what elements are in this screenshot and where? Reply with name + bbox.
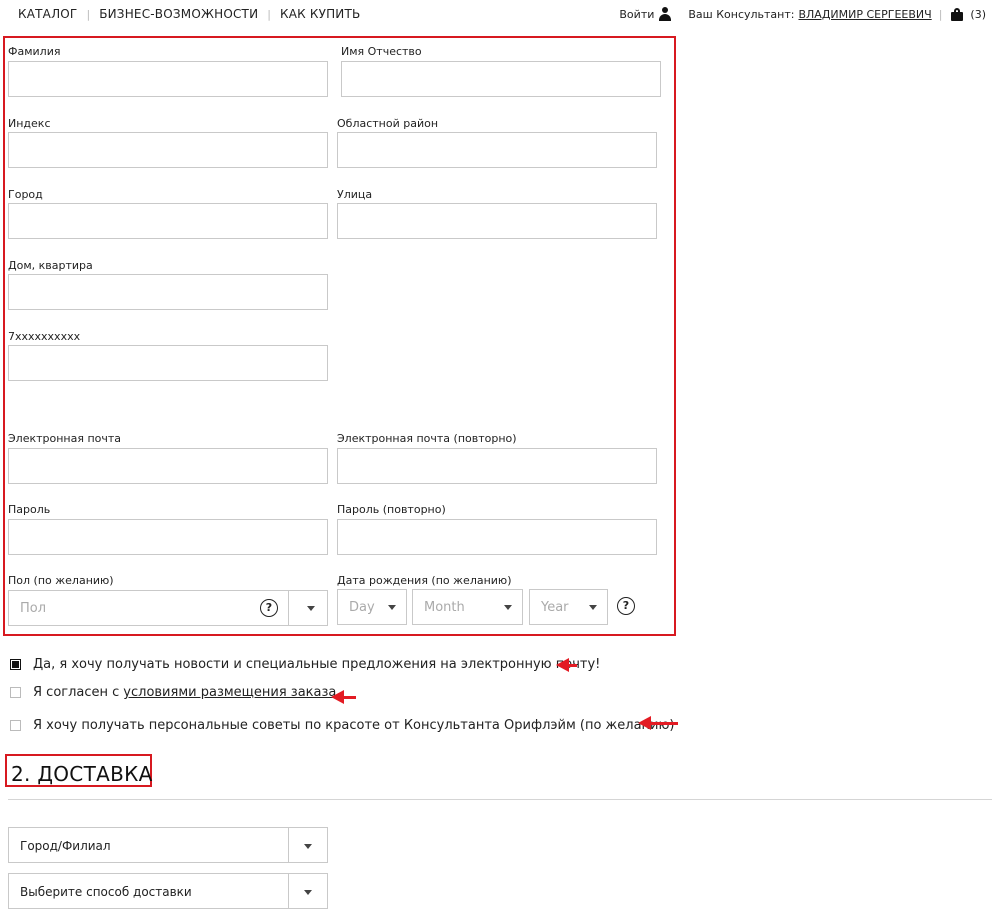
city-label: Город — [8, 188, 43, 201]
nav-separator: | — [267, 7, 271, 21]
email-repeat-label: Электронная почта (повторно) — [337, 432, 517, 445]
newsletter-text: Да, я хочу получать новости и специальны… — [33, 657, 601, 672]
arrow-icon — [638, 716, 678, 730]
city-input[interactable] — [8, 203, 328, 239]
select-divider — [288, 874, 289, 908]
gender-label: Пол (по желанию) — [8, 574, 114, 587]
last-name-input[interactable] — [8, 61, 328, 97]
main-menu: КАТАЛОГ | БИЗНЕС-ВОЗМОЖНОСТИ | КАК КУПИТ… — [18, 7, 360, 21]
city-branch-select[interactable]: Город/Филиал — [8, 827, 328, 863]
last-name-label: Фамилия — [8, 45, 61, 58]
chevron-down-icon — [504, 605, 512, 610]
chevron-down-icon — [304, 890, 312, 895]
delivery-section-title: 2. ДОСТАВКА — [11, 762, 153, 786]
nav-separator: | — [938, 7, 943, 21]
top-navigation: КАТАЛОГ | БИЗНЕС-ВОЗМОЖНОСТИ | КАК КУПИТ… — [0, 0, 1000, 28]
house-input[interactable] — [8, 274, 328, 310]
password-input[interactable] — [8, 519, 328, 555]
month-placeholder: Month — [424, 600, 465, 615]
index-label: Индекс — [8, 117, 51, 130]
beauty-advice-checkbox[interactable] — [10, 720, 21, 731]
region-input[interactable] — [337, 132, 657, 168]
newsletter-checkbox[interactable] — [10, 659, 21, 670]
chevron-down-icon — [304, 844, 312, 849]
email-input[interactable] — [8, 448, 328, 484]
password-repeat-input[interactable] — [337, 519, 657, 555]
consultant-name-link[interactable]: ВЛАДИМИР СЕРГЕЕВИЧ — [798, 8, 931, 21]
chevron-down-icon — [388, 605, 396, 610]
password-repeat-label: Пароль (повторно) — [337, 503, 446, 516]
index-input[interactable] — [8, 132, 328, 168]
terms-link[interactable]: условиями размещения заказа — [123, 685, 336, 700]
street-label: Улица — [337, 188, 373, 201]
house-label: Дом, квартира — [8, 259, 93, 272]
nav-how-to-buy[interactable]: КАК КУПИТЬ — [280, 7, 360, 21]
login-link[interactable]: Войти — [619, 8, 654, 21]
account-area: Войти Ваш Консультант: ВЛАДИМИР СЕРГЕЕВИ… — [619, 7, 986, 21]
chevron-down-icon — [589, 605, 597, 610]
gender-help-icon[interactable]: ? — [260, 599, 278, 617]
select-divider — [288, 828, 289, 862]
shopping-bag-icon[interactable] — [951, 7, 964, 21]
birth-day-select[interactable]: Day — [337, 589, 407, 625]
street-input[interactable] — [337, 203, 657, 239]
beauty-advice-text: Я хочу получать персональные советы по к… — [33, 718, 675, 733]
terms-prefix: Я согласен с — [33, 685, 120, 700]
delivery-method-select[interactable]: Выберите способ доставки — [8, 873, 328, 909]
gender-placeholder: Пол — [20, 601, 47, 616]
beauty-advice-consent[interactable]: Я хочу получать персональные советы по к… — [10, 718, 675, 733]
city-branch-text: Город/Филиал — [20, 839, 111, 853]
select-divider — [288, 591, 289, 625]
nav-business[interactable]: БИЗНЕС-ВОЗМОЖНОСТИ — [99, 7, 258, 21]
terms-checkbox[interactable] — [10, 687, 21, 698]
gender-select[interactable]: Пол ? — [8, 590, 328, 626]
newsletter-consent[interactable]: Да, я хочу получать новости и специальны… — [10, 657, 600, 672]
terms-consent[interactable]: Я согласен с условиями размещения заказа — [10, 685, 336, 700]
birthdate-help-icon[interactable]: ? — [617, 597, 635, 615]
nav-separator: | — [86, 7, 91, 21]
arrow-icon — [556, 658, 577, 672]
consultant-label: Ваш Консультант: — [688, 7, 795, 21]
phone-input[interactable] — [8, 345, 328, 381]
chevron-down-icon — [307, 606, 315, 611]
birth-year-select[interactable]: Year — [529, 589, 608, 625]
nav-catalog[interactable]: КАТАЛОГ — [18, 7, 77, 21]
cart-count[interactable]: (3) — [970, 8, 986, 21]
first-name-input[interactable] — [341, 61, 661, 97]
day-placeholder: Day — [349, 600, 375, 615]
region-label: Областной район — [337, 117, 439, 130]
first-name-label: Имя Отчество — [341, 45, 422, 58]
email-label: Электронная почта — [8, 432, 122, 445]
user-icon[interactable] — [658, 7, 672, 21]
password-label: Пароль — [8, 503, 51, 516]
arrow-icon — [331, 690, 356, 704]
birth-month-select[interactable]: Month — [412, 589, 523, 625]
section-divider — [8, 799, 992, 800]
year-placeholder: Year — [541, 600, 569, 615]
delivery-method-text: Выберите способ доставки — [20, 885, 192, 899]
email-repeat-input[interactable] — [337, 448, 657, 484]
phone-label: 7xxxxxxxxxx — [8, 330, 81, 343]
birthdate-label: Дата рождения (по желанию) — [337, 574, 512, 587]
